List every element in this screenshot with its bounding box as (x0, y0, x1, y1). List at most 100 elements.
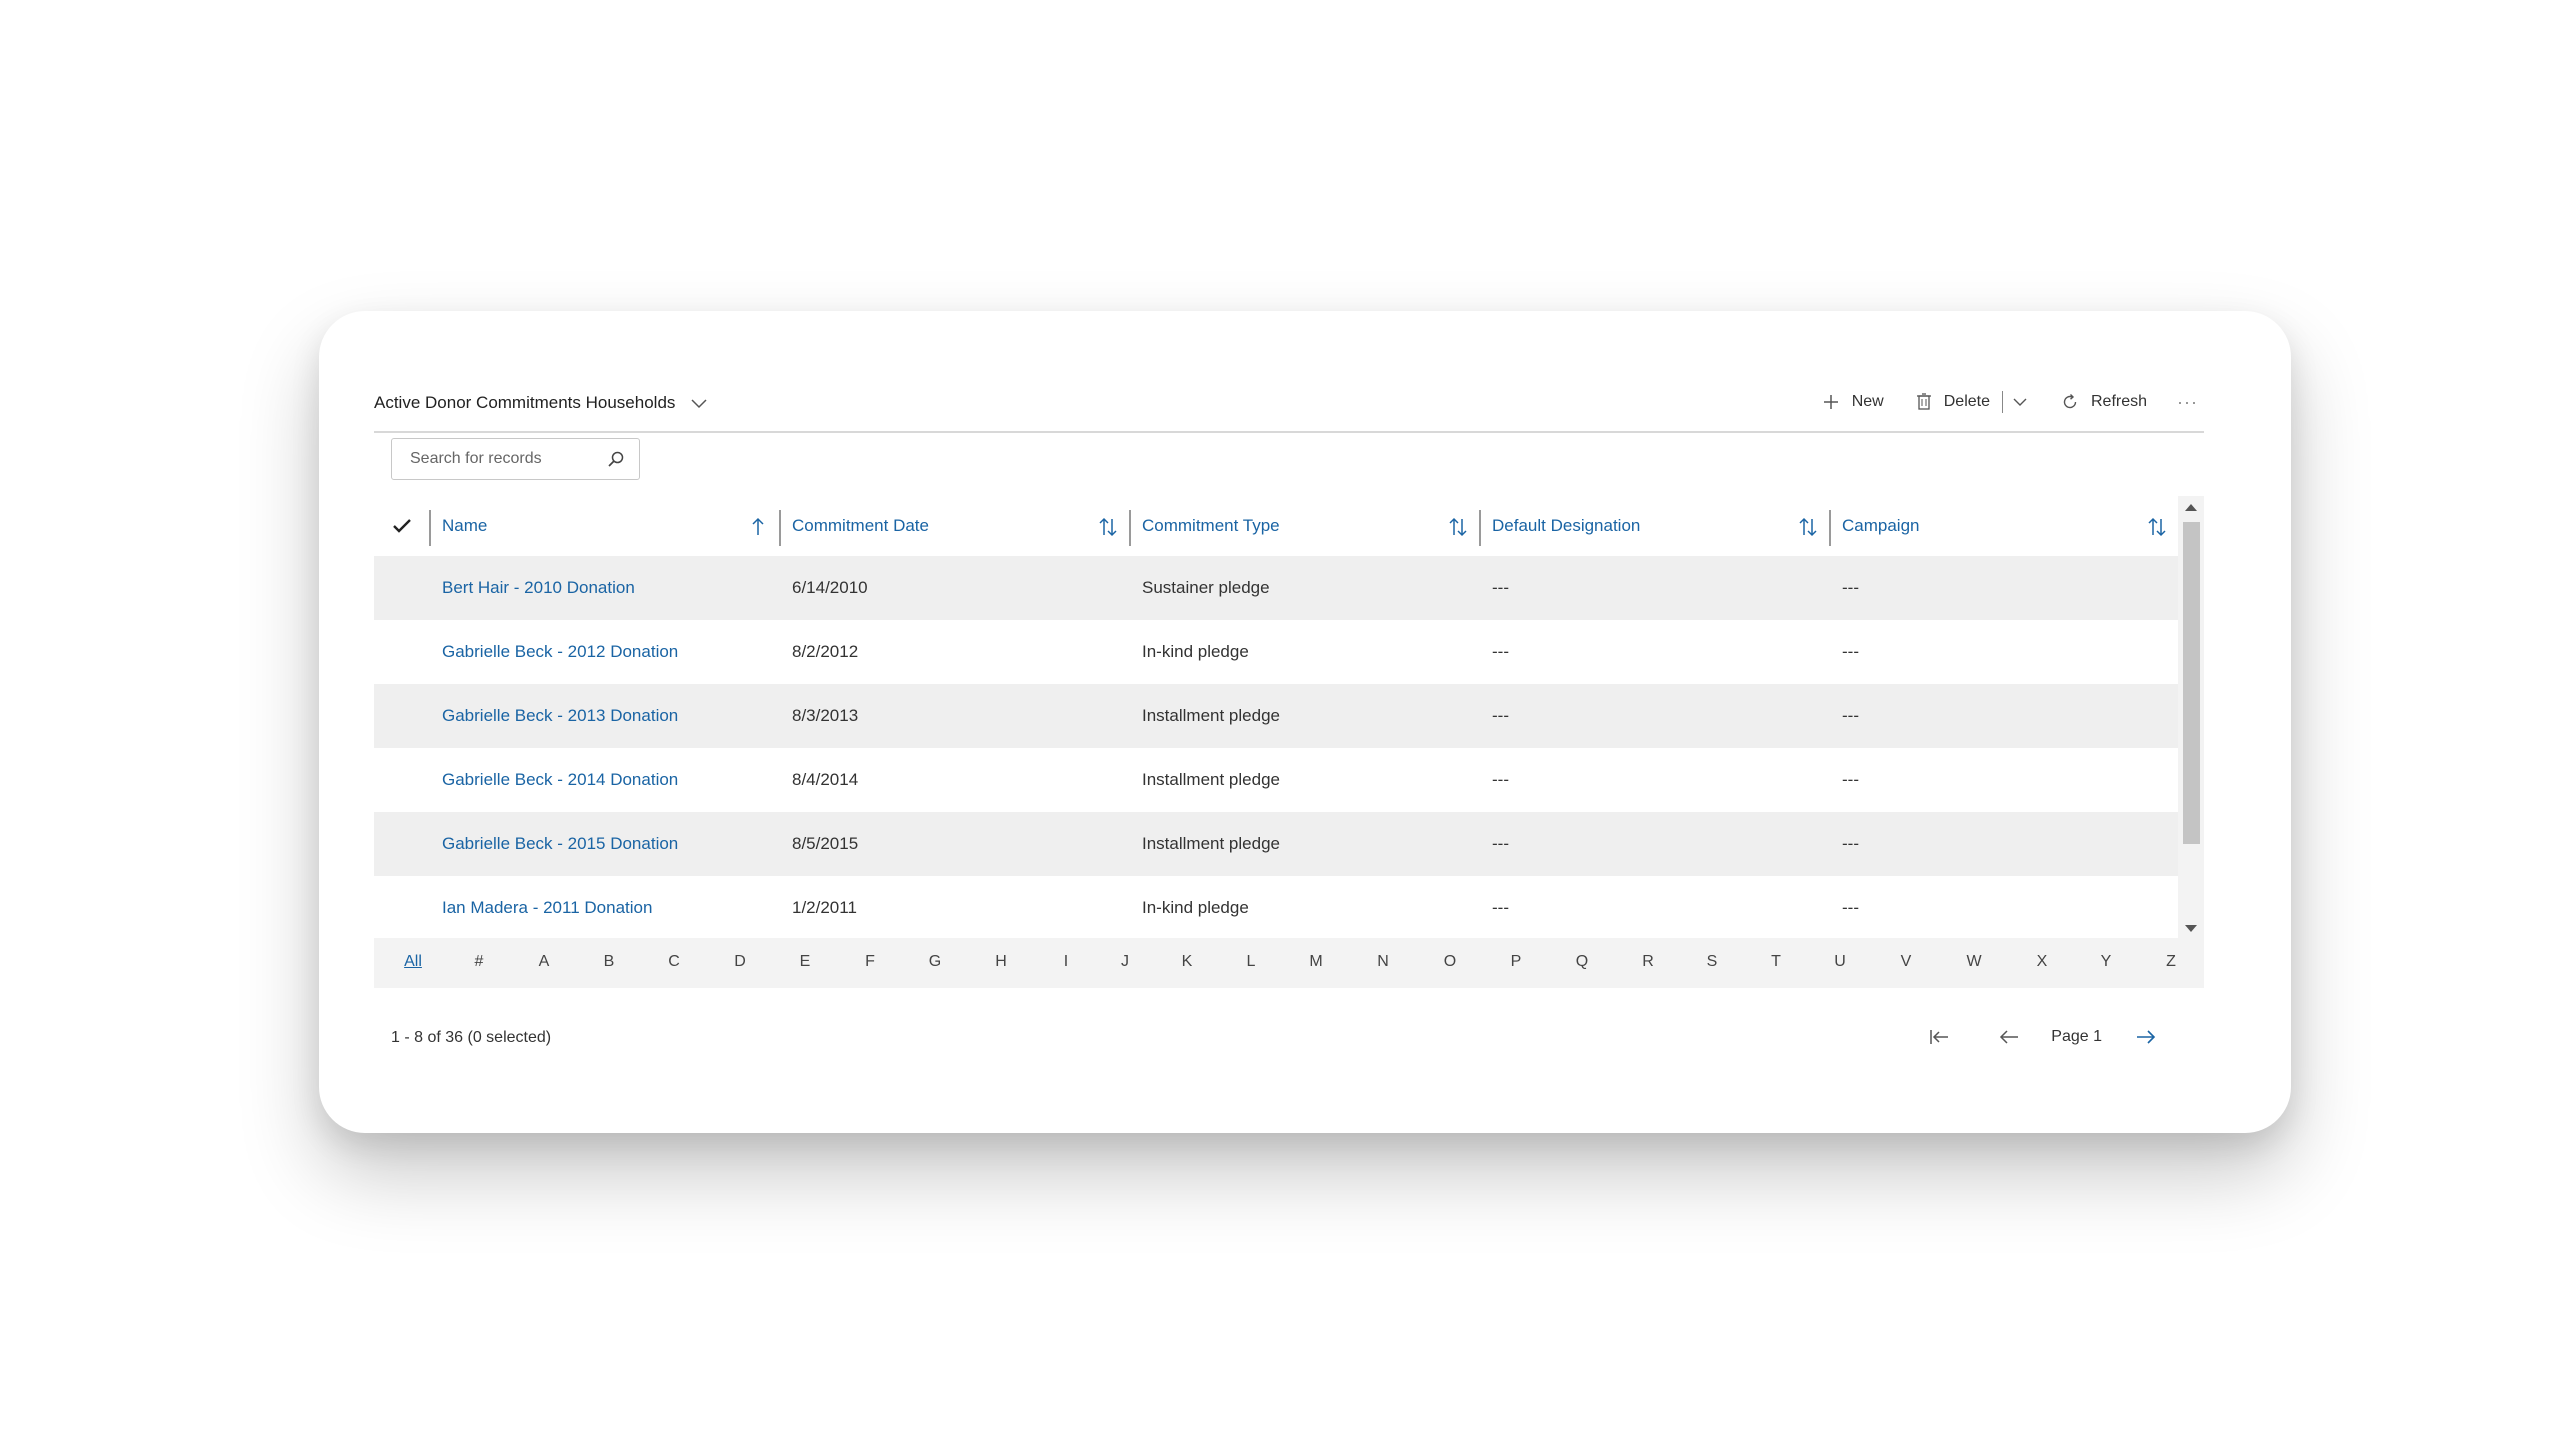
grid-container: Active Donor Commitments Households New (374, 311, 2204, 1133)
default-designation-cell: --- (1492, 578, 1509, 597)
new-button-label: New (1851, 393, 1884, 410)
record-count-status: 1 - 8 of 36 (0 selected) (391, 1029, 552, 1046)
commitment-type-cell: Sustainer pledge (1142, 578, 1270, 597)
record-name-link[interactable]: Gabrielle Beck - 2013 Donation (429, 706, 779, 726)
delete-dropdown-button[interactable] (2007, 385, 2043, 419)
default-designation-cell: --- (1492, 770, 1509, 789)
alpha-filter-g[interactable]: G (929, 953, 941, 971)
alpha-filter-i[interactable]: I (1064, 953, 1068, 971)
column-divider (1129, 510, 1131, 546)
next-page-button[interactable] (2126, 1019, 2166, 1055)
record-name-link[interactable]: Gabrielle Beck - 2014 Donation (429, 770, 779, 790)
alpha-filter-o[interactable]: O (1444, 953, 1456, 971)
search-box (391, 438, 640, 480)
scrollbar-thumb[interactable] (2183, 522, 2200, 844)
alpha-filter-w[interactable]: W (1966, 953, 1981, 971)
select-all-checkbox[interactable] (374, 496, 429, 556)
more-commands-button[interactable]: ··· (2159, 392, 2204, 413)
first-page-button[interactable] (1919, 1019, 1959, 1055)
vertical-scrollbar[interactable] (2178, 496, 2204, 938)
alpha-filter-y[interactable]: Y (2101, 953, 2112, 971)
alpha-filter-n[interactable]: N (1377, 953, 1389, 971)
first-page-icon (1930, 1030, 1949, 1044)
search-icon[interactable] (607, 450, 625, 468)
alpha-filter-a[interactable]: A (539, 953, 550, 971)
record-name-link[interactable]: Bert Hair - 2010 Donation (429, 578, 779, 598)
refresh-button-label: Refresh (2090, 393, 2148, 410)
column-header-name[interactable]: Name (429, 496, 779, 556)
commitment-date-cell: 8/3/2013 (792, 706, 859, 725)
alpha-filter-s[interactable]: S (1707, 953, 1718, 971)
table-row[interactable]: Gabrielle Beck - 2014 Donation 8/4/2014 … (374, 748, 2178, 812)
refresh-button[interactable]: Refresh (2043, 385, 2159, 419)
alpha-filter-d[interactable]: D (734, 953, 746, 971)
commitment-date-cell: 8/5/2015 (792, 834, 859, 853)
default-designation-cell: --- (1492, 642, 1509, 661)
alpha-filter-t[interactable]: T (1771, 953, 1781, 971)
alpha-filter-x[interactable]: X (2037, 953, 2048, 971)
alpha-filter-p[interactable]: P (1511, 953, 1522, 971)
sort-icon (1799, 517, 1817, 537)
commitment-type-cell: Installment pledge (1142, 770, 1280, 789)
new-button[interactable]: New (1810, 385, 1896, 419)
campaign-cell: --- (1842, 706, 1859, 725)
scroll-down-arrow-icon[interactable] (2185, 925, 2197, 932)
record-name-link[interactable]: Gabrielle Beck - 2012 Donation (429, 642, 779, 662)
grid-card: Active Donor Commitments Households New (319, 311, 2291, 1133)
default-designation-cell: --- (1492, 834, 1509, 853)
toolbar-divider (2001, 391, 2003, 413)
campaign-cell: --- (1842, 578, 1859, 597)
record-name-link[interactable]: Gabrielle Beck - 2015 Donation (429, 834, 779, 854)
table-row[interactable]: Ian Madera - 2011 Donation 1/2/2011 In-k… (374, 876, 2178, 938)
column-divider (779, 510, 781, 546)
table-row[interactable]: Bert Hair - 2010 Donation 6/14/2010 Sust… (374, 556, 2178, 620)
alpha-filter-h[interactable]: H (995, 953, 1007, 971)
view-title: Active Donor Commitments Households (374, 393, 676, 412)
alpha-filter-q[interactable]: Q (1576, 953, 1588, 971)
sort-icon (1449, 517, 1467, 537)
table-row[interactable]: Gabrielle Beck - 2015 Donation 8/5/2015 … (374, 812, 2178, 876)
alpha-filter-b[interactable]: B (604, 953, 615, 971)
alpha-filter-f[interactable]: F (865, 953, 875, 971)
alpha-filter-j[interactable]: J (1121, 953, 1129, 971)
alpha-filter-e[interactable]: E (800, 953, 811, 971)
alpha-filter-r[interactable]: R (1642, 953, 1654, 971)
default-designation-cell: --- (1492, 706, 1509, 725)
column-header-campaign[interactable]: Campaign (1829, 496, 2178, 556)
alpha-filter-k[interactable]: K (1182, 953, 1193, 971)
commitment-date-cell: 1/2/2011 (792, 898, 857, 917)
refresh-icon (2063, 394, 2077, 409)
delete-button[interactable]: Delete (1896, 385, 2002, 419)
sort-ascending-icon (752, 517, 764, 535)
column-header-label: Commitment Type (1142, 516, 1280, 535)
delete-button-label: Delete (1943, 393, 1990, 410)
arrow-left-icon (2000, 1030, 2019, 1044)
alpha-filter-v[interactable]: V (1901, 953, 1912, 971)
alpha-filter-l[interactable]: L (1247, 953, 1256, 971)
scroll-up-arrow-icon[interactable] (2185, 504, 2197, 511)
campaign-cell: --- (1842, 770, 1859, 789)
alpha-filter-all[interactable]: All (404, 953, 422, 971)
alpha-filter-hash[interactable]: # (475, 953, 484, 971)
column-header-label: Name (442, 516, 488, 535)
column-header-label: Campaign (1842, 516, 1920, 535)
sort-icon (2148, 517, 2166, 537)
alpha-filter-z[interactable]: Z (2166, 953, 2176, 971)
record-name-link[interactable]: Ian Madera - 2011 Donation (429, 898, 779, 918)
view-selector[interactable]: Active Donor Commitments Households (374, 393, 709, 413)
table-row[interactable]: Gabrielle Beck - 2013 Donation 8/3/2013 … (374, 684, 2178, 748)
alpha-filter-m[interactable]: M (1309, 953, 1322, 971)
column-header-commitment-type[interactable]: Commitment Type (1129, 496, 1479, 556)
chevron-down-icon (2013, 398, 2027, 406)
alpha-filter-c[interactable]: C (668, 953, 680, 971)
search-input[interactable] (408, 449, 607, 469)
arrow-right-icon (2137, 1030, 2156, 1044)
alpha-filter-u[interactable]: U (1834, 953, 1846, 971)
column-header-default-designation[interactable]: Default Designation (1479, 496, 1829, 556)
pagination: Page 1 (1919, 1019, 2166, 1055)
column-header-commitment-date[interactable]: Commitment Date (779, 496, 1129, 556)
default-designation-cell: --- (1492, 898, 1509, 917)
table-row[interactable]: Gabrielle Beck - 2012 Donation 8/2/2012 … (374, 620, 2178, 684)
previous-page-button[interactable] (1989, 1019, 2029, 1055)
column-divider (1479, 510, 1481, 546)
